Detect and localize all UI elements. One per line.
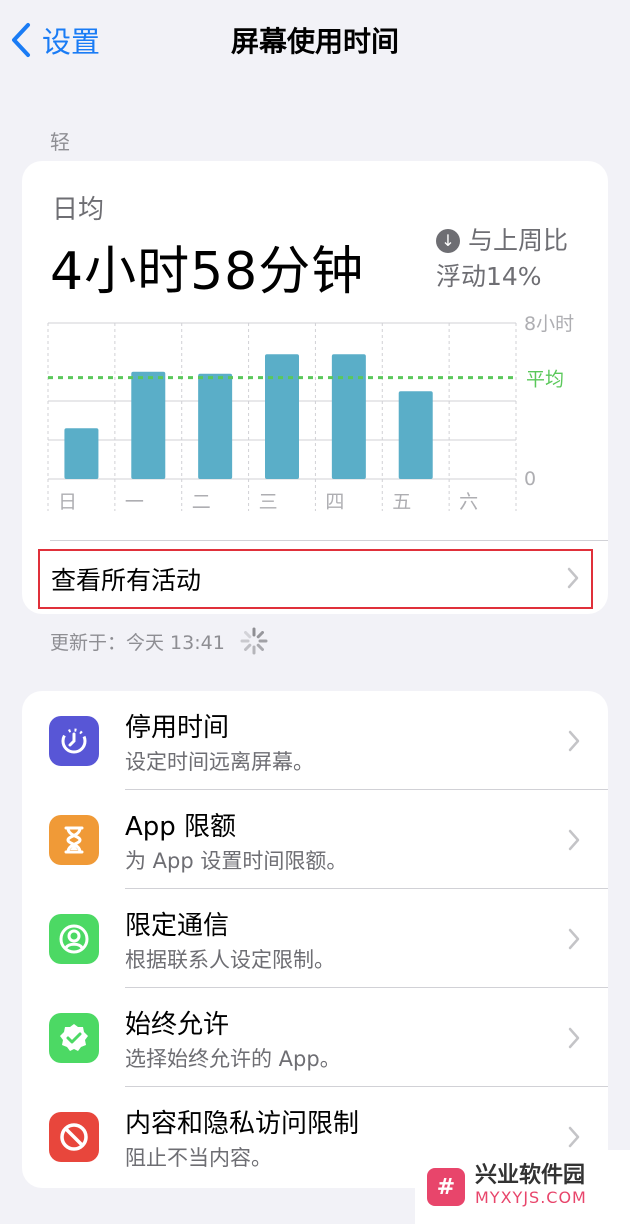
x-tick-label: 五 [392,491,411,513]
list-item-subtitle: 选择始终允许的 App。 [125,1047,341,1071]
x-tick-label: 二 [192,491,211,513]
list-item-title: 限定通信 [125,911,230,941]
list-item-title: 停用时间 [125,713,230,743]
weekly-comparison: ↓ 与上周比 浮动14% [436,223,568,295]
check-badge-icon [49,1013,99,1063]
chevron-right-icon [567,567,579,589]
updated-text: 更新于：今天 13:41 [50,631,225,654]
usage-summary-card: 日均 4小时58分钟 ↓ 与上周比 浮动14% 平均 8小时 0 日 一 二 三 四 五 六 查看… [22,161,608,614]
arrow-down-icon: ↓ [436,229,460,253]
comparison-value: 浮动14% [436,262,542,291]
x-tick-label: 三 [259,491,278,513]
see-all-activity-button[interactable]: 查看所有活动 [38,549,593,609]
divider [50,540,608,541]
bar-3 [265,354,299,479]
list-item-subtitle: 阻止不当内容。 [125,1146,272,1170]
page-title: 屏幕使用时间 [230,25,399,58]
updated-status: 更新于：今天 13:41 [50,626,269,656]
contact-icon [49,914,99,964]
watermark-domain: MYXYJS.COM [475,1188,587,1207]
chevron-right-icon [568,928,580,950]
list-item-title: 始终允许 [125,1010,230,1040]
navigation-bar: 设置 屏幕使用时间 [0,0,630,80]
downtime-icon [49,716,99,766]
list-item-subtitle: 设定时间远离屏幕。 [125,750,314,774]
x-tick-label: 六 [459,491,478,513]
comparison-label: 与上周比 [468,226,569,255]
bar-0 [64,428,99,479]
y-tick-label: 0 [524,468,536,490]
bar-4 [331,354,366,479]
settings-list: 停用时间 设定时间远离屏幕。 App 限额 为 App 设置时间限额。 限定通信… [22,691,608,1188]
loading-spinner-icon [240,627,268,655]
see-all-activity-label: 查看所有活动 [51,566,202,595]
daily-average-value: 4小时58分钟 [50,242,365,302]
average-label: 平均 [526,369,564,391]
list-item-app-limits[interactable]: App 限额 为 App 设置时间限额。 [22,790,608,889]
hourglass-icon [49,815,99,865]
chevron-right-icon [568,1126,580,1148]
list-item-subtitle: 为 App 设置时间限额。 [125,849,348,873]
usage-bar-chart[interactable]: 平均 8小时 0 日 一 二 三 四 五 六 [22,311,608,521]
watermark-name: 兴业软件园 [475,1163,586,1188]
x-tick-label: 日 [58,491,77,513]
bar-1 [131,371,166,479]
chevron-right-icon [568,829,580,851]
x-tick-label: 一 [125,491,144,513]
x-tick-label: 四 [325,491,344,513]
list-item-downtime[interactable]: 停用时间 设定时间远离屏幕。 [22,691,608,790]
chevron-right-icon [568,1027,580,1049]
block-icon [49,1112,99,1162]
watermark-logo-icon: # [427,1168,465,1206]
list-item-title: 内容和隐私访问限制 [125,1109,360,1139]
list-item-subtitle: 根据联系人设定限制。 [125,948,335,972]
watermark: # 兴业软件园 MYXYJS.COM [415,1150,630,1224]
y-tick-label: 8小时 [524,313,574,335]
section-label: 轻 [50,130,70,154]
list-item-always-allowed[interactable]: 始终允许 选择始终允许的 App。 [22,988,608,1087]
bar-2 [198,373,233,479]
chevron-right-icon [568,730,580,752]
list-item-title: App 限额 [125,812,237,842]
bar-5 [398,391,433,479]
list-item-communication-limits[interactable]: 限定通信 根据联系人设定限制。 [22,889,608,988]
daily-average-label: 日均 [52,195,105,225]
